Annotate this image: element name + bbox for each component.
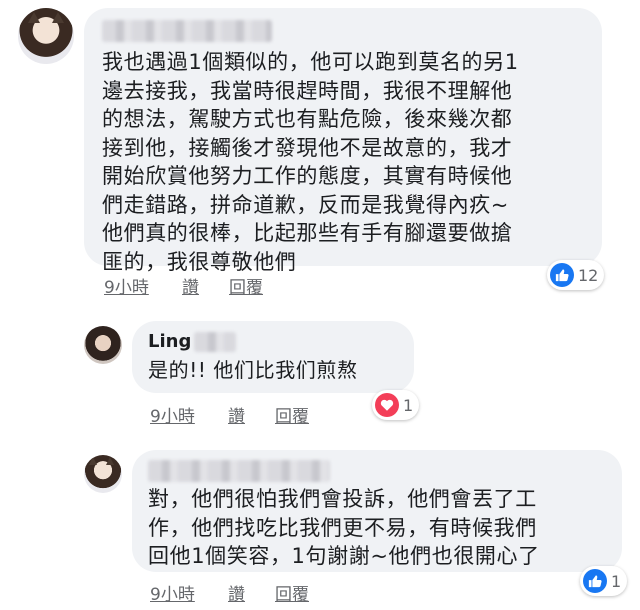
reaction-badge[interactable]: 1 [580,566,628,596]
like-button[interactable]: 讚 [228,580,245,605]
comment-text: 是的!! 他们比我们煎熬 [148,358,358,382]
reply-button[interactable]: 回覆 [275,580,309,605]
comment-bubble: Ling 是的!! 他们比我们煎熬 [132,321,414,393]
author-name-blurred[interactable] [102,20,272,42]
heart-icon [375,393,399,417]
comment-bubble: 對，他們很怕我們會投訴，他們會丟了工 作，他們找吃比我們更不易，有時候我們 回他… [132,450,622,572]
comment-bubble: 我也遇過1個類似的，他可以跑到莫名的另1 邊去接我，我當時很趕時間，我很不理解他… [84,8,602,274]
reaction-count: 1 [403,395,414,415]
avatar[interactable] [84,455,122,493]
reaction-count: 1 [611,571,622,591]
like-button[interactable]: 讚 [182,273,199,298]
timestamp-link[interactable]: 9小時 [150,402,195,427]
timestamp-link[interactable]: 9小時 [150,580,195,605]
like-button[interactable]: 讚 [228,402,245,427]
reaction-count: 12 [578,265,599,285]
like-icon [583,569,607,593]
comment-text: 我也遇過1個類似的，他可以跑到莫名的另1 邊去接我，我當時很趕時間，我很不理解他… [102,50,519,274]
author-name[interactable]: Ling [148,331,191,352]
avatar[interactable] [18,8,74,64]
author-name-blurred[interactable] [148,460,330,482]
avatar[interactable] [84,326,122,364]
reply-button[interactable]: 回覆 [229,273,263,298]
reply-button[interactable]: 回覆 [275,402,309,427]
comment-text: 對，他們很怕我們會投訴，他們會丟了工 作，他們找吃比我們更不易，有時候我們 回他… [148,487,540,568]
reaction-badge[interactable]: 12 [547,260,605,290]
author-name-blurred[interactable] [194,332,236,352]
reaction-badge[interactable]: 1 [372,390,420,420]
timestamp-link[interactable]: 9小時 [104,273,149,298]
like-icon [550,263,574,287]
